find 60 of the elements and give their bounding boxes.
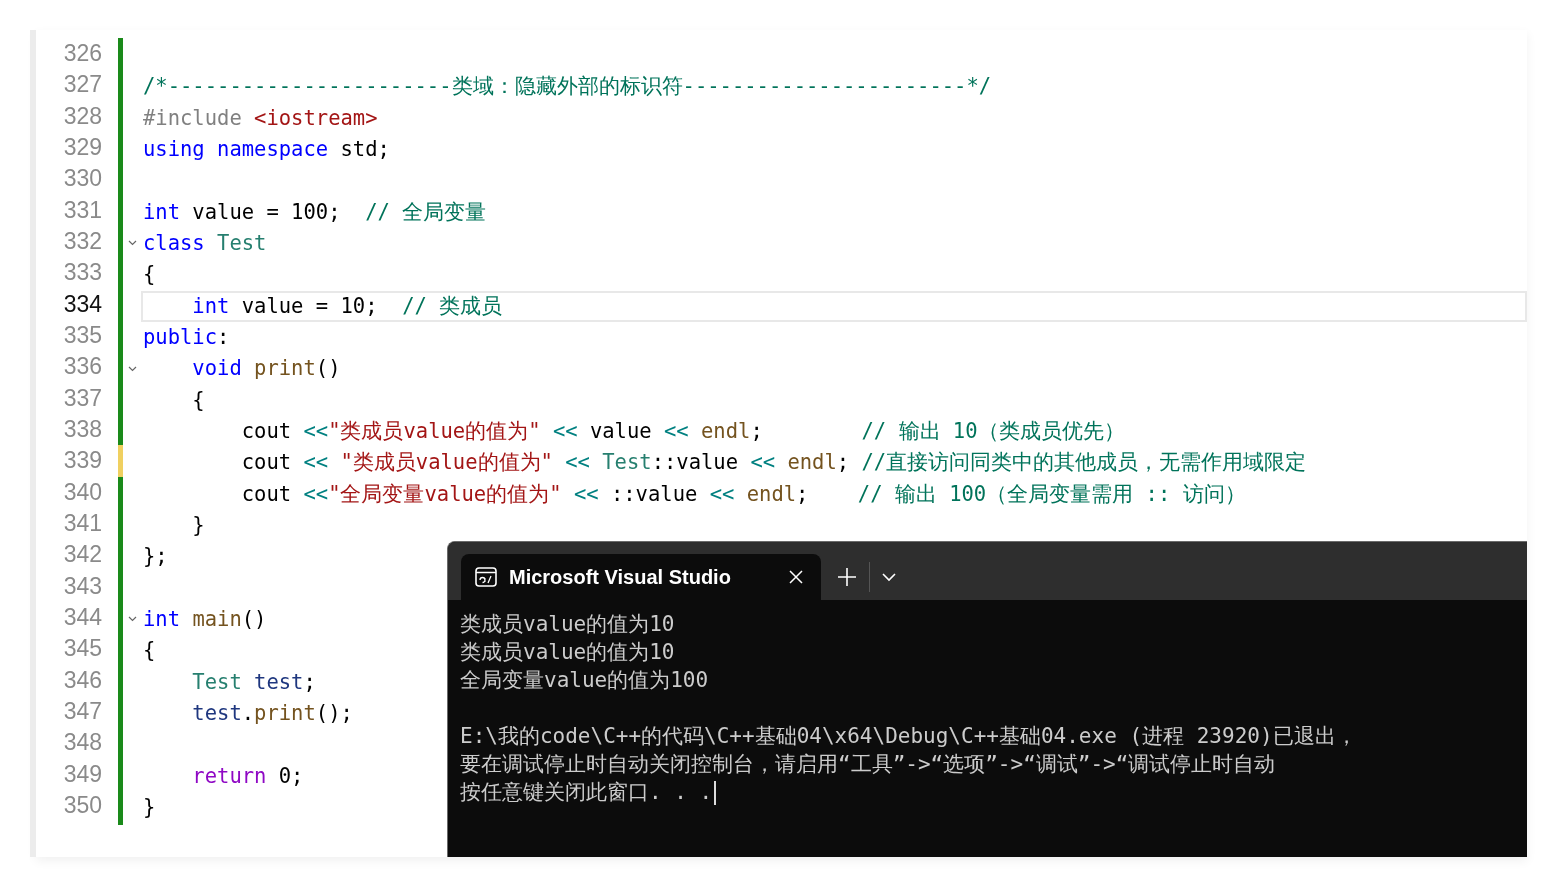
line-number: 333 xyxy=(62,258,102,288)
code-line: #include <iostream> xyxy=(142,104,379,132)
line-number: 338 xyxy=(62,414,102,444)
line-number: 344 xyxy=(62,602,102,632)
console-output-line: E:\我的code\C++的代码\C++基础04\x64\Debug\C++基础04.exe (进程 23920)已退出， xyxy=(460,724,1357,748)
line-number: 329 xyxy=(62,133,102,162)
code-line: class Test xyxy=(142,229,268,257)
code-line: public: xyxy=(142,323,231,351)
code-line: using namespace std; xyxy=(142,136,391,163)
line-number: 328 xyxy=(62,101,102,131)
line-number: 349 xyxy=(62,759,102,789)
line-number: 346 xyxy=(62,665,102,695)
code-line: { xyxy=(142,261,157,289)
code-line: Test test; xyxy=(191,668,317,696)
code-line: cout << "类成员value的值为" << Test::value << endl; //直接访问同类中的其他成员，无需作用域限定 xyxy=(240,449,1308,477)
code-line: /*-----------------------类域：隐藏外部的标识符-----------------------*/ xyxy=(142,73,993,101)
console-output-line: 要在调试停止时自动关闭控制台，请启用“工具”->“选项”->“调试”->“调试停止时自动 xyxy=(460,752,1276,776)
chevron-down-icon xyxy=(882,572,896,582)
terminal-tab[interactable]: Microsoft Visual Studio xyxy=(461,554,821,600)
code-line: return 0; xyxy=(191,762,305,790)
line-number: 334 xyxy=(62,289,102,319)
code-line: void print() xyxy=(191,355,342,383)
line-number: 330 xyxy=(62,164,102,194)
console-output-line: 类成员value的值为10 xyxy=(460,640,675,664)
line-number: 326 xyxy=(62,39,102,68)
line-number: 348 xyxy=(62,728,102,758)
line-number: 345 xyxy=(62,634,102,664)
code-line: { xyxy=(191,386,206,414)
code-line: cout <<"全局变量value的值为" << ::value << endl; // 输出 100（全局变量需用 :: 访问） xyxy=(240,480,1247,508)
code-line: int value = 100; // 全局变量 xyxy=(142,198,488,226)
console-output-line: 全局变量value的值为100 xyxy=(460,668,709,692)
code-line: cout <<"类成员value的值为" << value << endl; // 输出 10（类成员优先） xyxy=(240,417,1126,445)
close-icon xyxy=(789,570,803,584)
text-cursor xyxy=(714,781,717,805)
line-number: 335 xyxy=(62,320,102,350)
code-line: } xyxy=(142,793,157,821)
chevron-down-icon[interactable] xyxy=(127,365,137,372)
code-line: { xyxy=(142,637,157,665)
console-output-line: 类成员value的值为10 xyxy=(460,612,675,636)
chevron-down-icon[interactable] xyxy=(127,616,137,623)
chevron-down-icon[interactable] xyxy=(127,240,137,247)
line-number: 350 xyxy=(62,790,102,820)
line-number: 336 xyxy=(62,352,102,382)
line-number: 337 xyxy=(62,383,102,413)
line-number: 342 xyxy=(62,540,102,570)
console-output-line: 按任意键关闭此窗口. . . xyxy=(460,780,713,804)
console-icon xyxy=(475,567,497,587)
line-number: 343 xyxy=(62,571,102,601)
line-number: 327 xyxy=(62,70,102,100)
line-number: 331 xyxy=(62,195,102,225)
code-line: int main() xyxy=(142,605,268,633)
code-line: } xyxy=(191,511,206,539)
line-number: 332 xyxy=(62,226,102,256)
line-number: 340 xyxy=(62,477,102,507)
line-number: 341 xyxy=(62,508,102,538)
plus-icon xyxy=(837,567,857,587)
line-number: 347 xyxy=(62,696,102,726)
code-line: test.print(); xyxy=(191,699,354,727)
code-line: }; xyxy=(142,543,169,571)
line-number: 339 xyxy=(62,446,102,476)
